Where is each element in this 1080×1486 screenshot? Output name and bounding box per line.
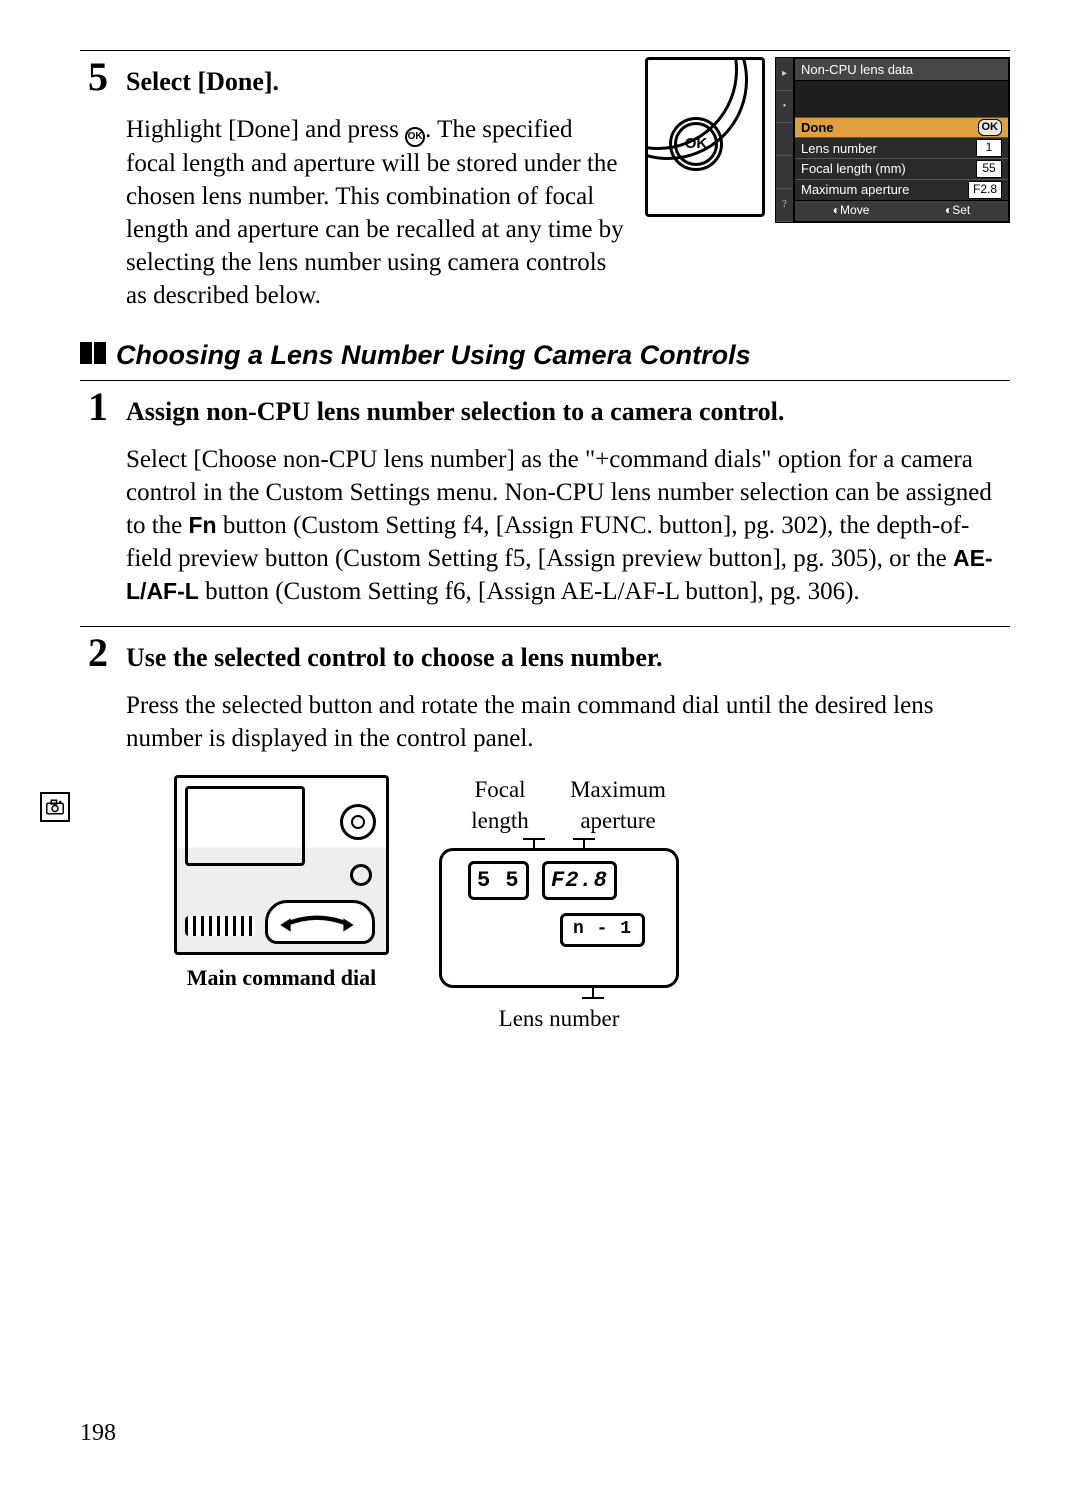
lens-number-label: Lens number: [429, 1004, 689, 1034]
fn-label: Fn: [189, 512, 217, 538]
rule-top: [80, 50, 1010, 51]
ok-button-illustration: OK: [645, 57, 765, 217]
step-number: 5: [80, 57, 108, 312]
lcd-footer: ◐Move ◐Set: [795, 200, 1008, 221]
ok-button-graphic: OK: [674, 122, 718, 166]
panel-focal-value: 5 5: [468, 861, 529, 900]
step-number: 2: [80, 633, 108, 1034]
step5-text: Highlight [Done] and press OK. The speci…: [126, 113, 625, 312]
lcd-blank: [795, 81, 1008, 117]
ok-icon: OK: [405, 127, 425, 147]
step5-title: Select [Done].: [126, 65, 625, 99]
subheading-choosing-lens: Choosing a Lens Number Using Camera Cont…: [80, 338, 1010, 374]
camera-dial-illustration: Main command dial: [174, 775, 389, 992]
bottom-illustrations: Main command dial Focallength Maximumape…: [174, 775, 1010, 1034]
main-command-dial-label: Main command dial: [174, 963, 389, 992]
step5-illustration: OK ▸ • ? Non-CPU lens data Done: [645, 57, 1010, 223]
camera-section-icon: [40, 792, 70, 822]
max-aperture-label: Maximumaperture: [568, 775, 668, 836]
step2-title: Use the selected control to choose a len…: [126, 641, 1010, 675]
control-panel-illustration: Focallength Maximumaperture 5 5 F2.8 n -…: [429, 775, 689, 1034]
step5-text-b: . The specified focal length and apertur…: [126, 116, 624, 309]
step1-text: Select [Choose non-CPU lens number] as t…: [126, 443, 1010, 608]
lcd-row-aperture: Maximum aperture F2.8: [795, 179, 1008, 200]
rule-sub: [80, 380, 1010, 381]
step-5: 5 Select [Done]. Highlight [Done] and pr…: [80, 57, 1010, 312]
lcd-row-lens-number: Lens number 1: [795, 137, 1008, 158]
lcd-side-icons: ▸ • ?: [776, 58, 794, 222]
lcd-title: Non-CPU lens data: [795, 59, 1008, 81]
panel-lens-number-value: n - 1: [560, 913, 645, 947]
step1-title: Assign non-CPU lens number selection to …: [126, 395, 1010, 429]
lcd-foot-set: ◐Set: [945, 203, 970, 219]
step-1: 1 Assign non-CPU lens number selection t…: [80, 387, 1010, 608]
lcd-row-done: Done OK: [795, 117, 1008, 137]
page-number: 198: [80, 1418, 116, 1450]
step-number: 1: [80, 387, 108, 608]
panel-aperture-value: F2.8: [542, 861, 617, 900]
lcd-foot-move: ◐Move: [833, 203, 870, 219]
focal-length-label: Focallength: [450, 775, 550, 836]
rotate-arrow-icon: [277, 912, 357, 934]
lcd-row-focal: Focal length (mm) 55: [795, 158, 1008, 179]
rule-mid: [80, 626, 1010, 627]
lcd-ok-badge: OK: [978, 119, 1003, 136]
step2-text: Press the selected button and rotate the…: [126, 689, 1010, 755]
step5-text-a: Highlight [Done] and press: [126, 116, 405, 143]
step-2: 2 Use the selected control to choose a l…: [80, 633, 1010, 1034]
lcd-menu-illustration: ▸ • ? Non-CPU lens data Done OK: [775, 57, 1010, 223]
